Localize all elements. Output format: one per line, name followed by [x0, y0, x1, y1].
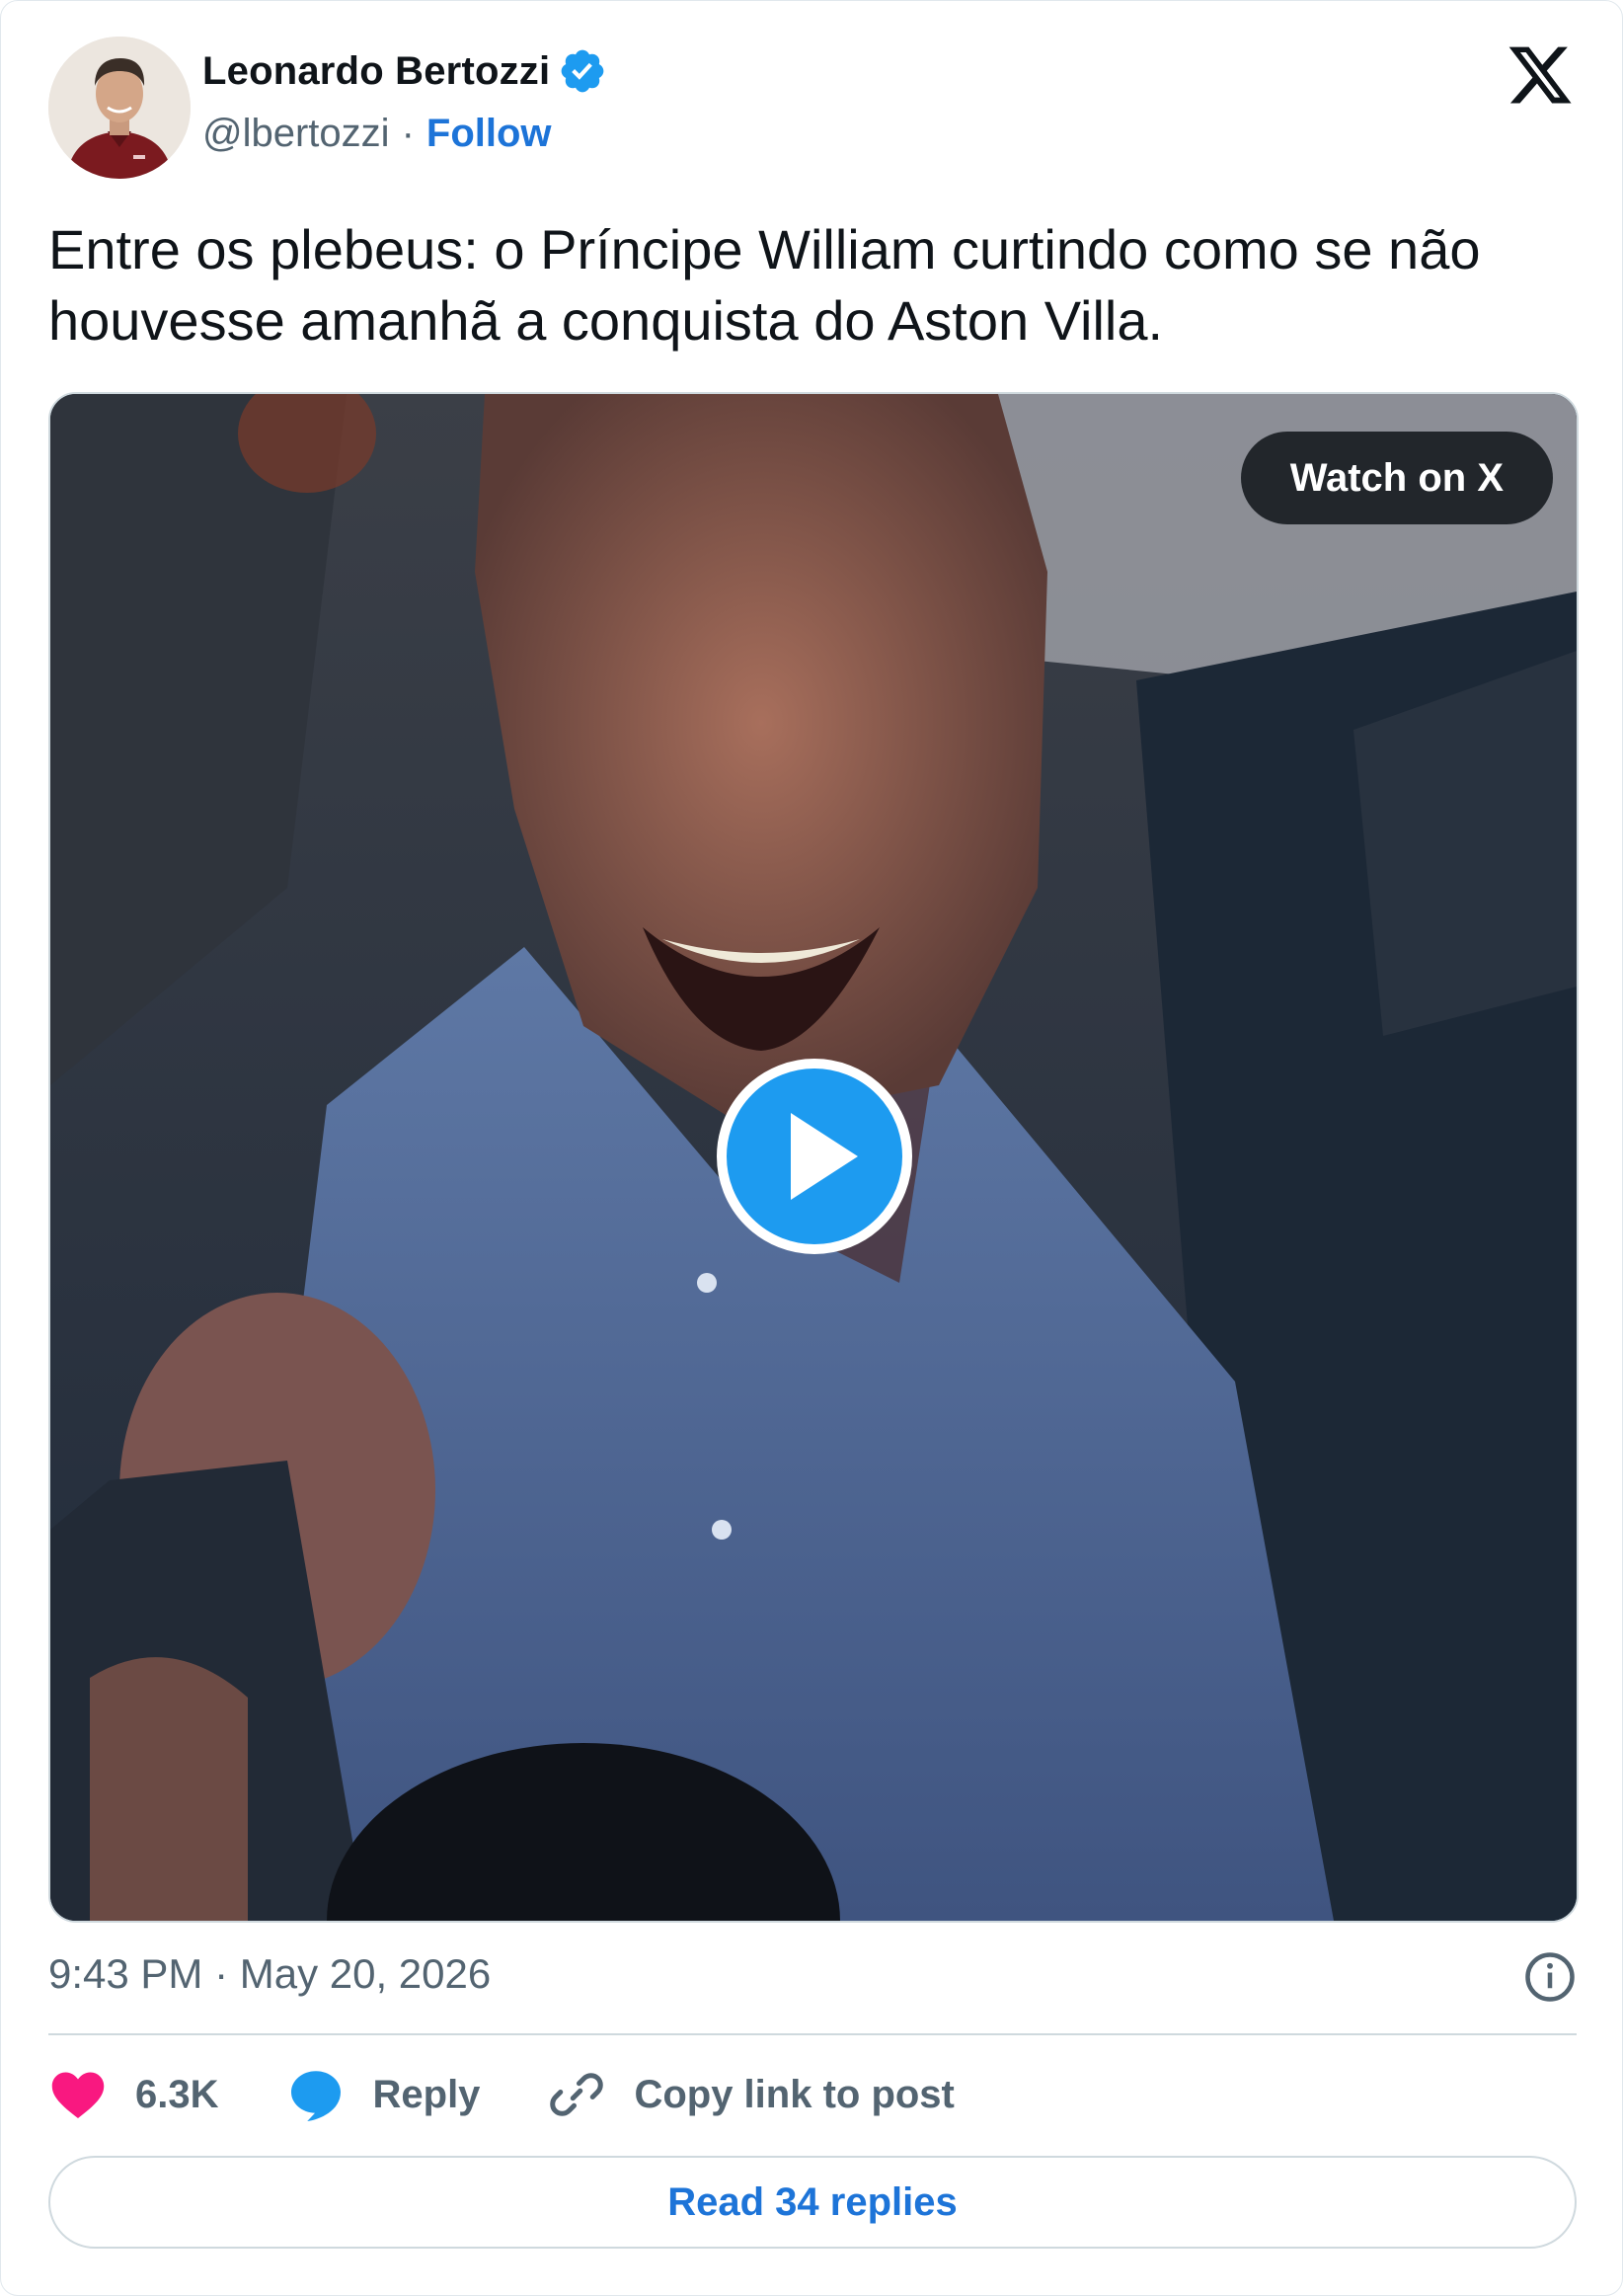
copy-link-label: Copy link to post [634, 2072, 955, 2116]
reply-button[interactable]: Reply [286, 2065, 481, 2124]
separator-dot: · [401, 112, 415, 155]
avatar-image [48, 37, 191, 179]
video-media[interactable]: Watch on X [48, 392, 1579, 1923]
copy-link-button[interactable]: Copy link to post [547, 2065, 955, 2124]
read-replies-button[interactable]: Read 34 replies [48, 2156, 1577, 2249]
embedded-post-card: Leonardo Bertozzi @lbertozzi · Follow En… [0, 0, 1623, 2296]
avatar[interactable] [48, 37, 191, 179]
link-icon [550, 2073, 604, 2116]
follow-button[interactable]: Follow [426, 112, 552, 156]
watch-on-x-button[interactable]: Watch on X [1240, 432, 1553, 524]
like-button[interactable]: 6.3K [48, 2065, 219, 2124]
post-meta: 9:43 PM · May 20, 2026 [48, 1946, 1577, 2006]
post-text: Entre os plebeus: o Príncipe William cur… [48, 218, 1481, 352]
reply-label: Reply [372, 2072, 481, 2116]
author-handle[interactable]: @lbertozzi [202, 112, 390, 156]
author-name[interactable]: Leonardo Bertozzi [202, 49, 550, 94]
reply-bubble-icon [290, 2071, 341, 2121]
like-count: 6.3K [135, 2072, 219, 2116]
verified-badge-icon [561, 49, 604, 93]
info-icon[interactable] [1523, 1950, 1577, 2004]
heart-icon [51, 2072, 105, 2118]
x-logo-icon[interactable] [1504, 40, 1577, 110]
timestamp[interactable]: 9:43 PM · May 20, 2026 [48, 1950, 491, 1997]
play-icon[interactable] [716, 1058, 913, 1255]
post-header: Leonardo Bertozzi @lbertozzi · Follow [48, 37, 1577, 183]
divider [48, 2033, 1577, 2035]
action-bar: 6.3K Reply Copy link to post [48, 2063, 1022, 2126]
